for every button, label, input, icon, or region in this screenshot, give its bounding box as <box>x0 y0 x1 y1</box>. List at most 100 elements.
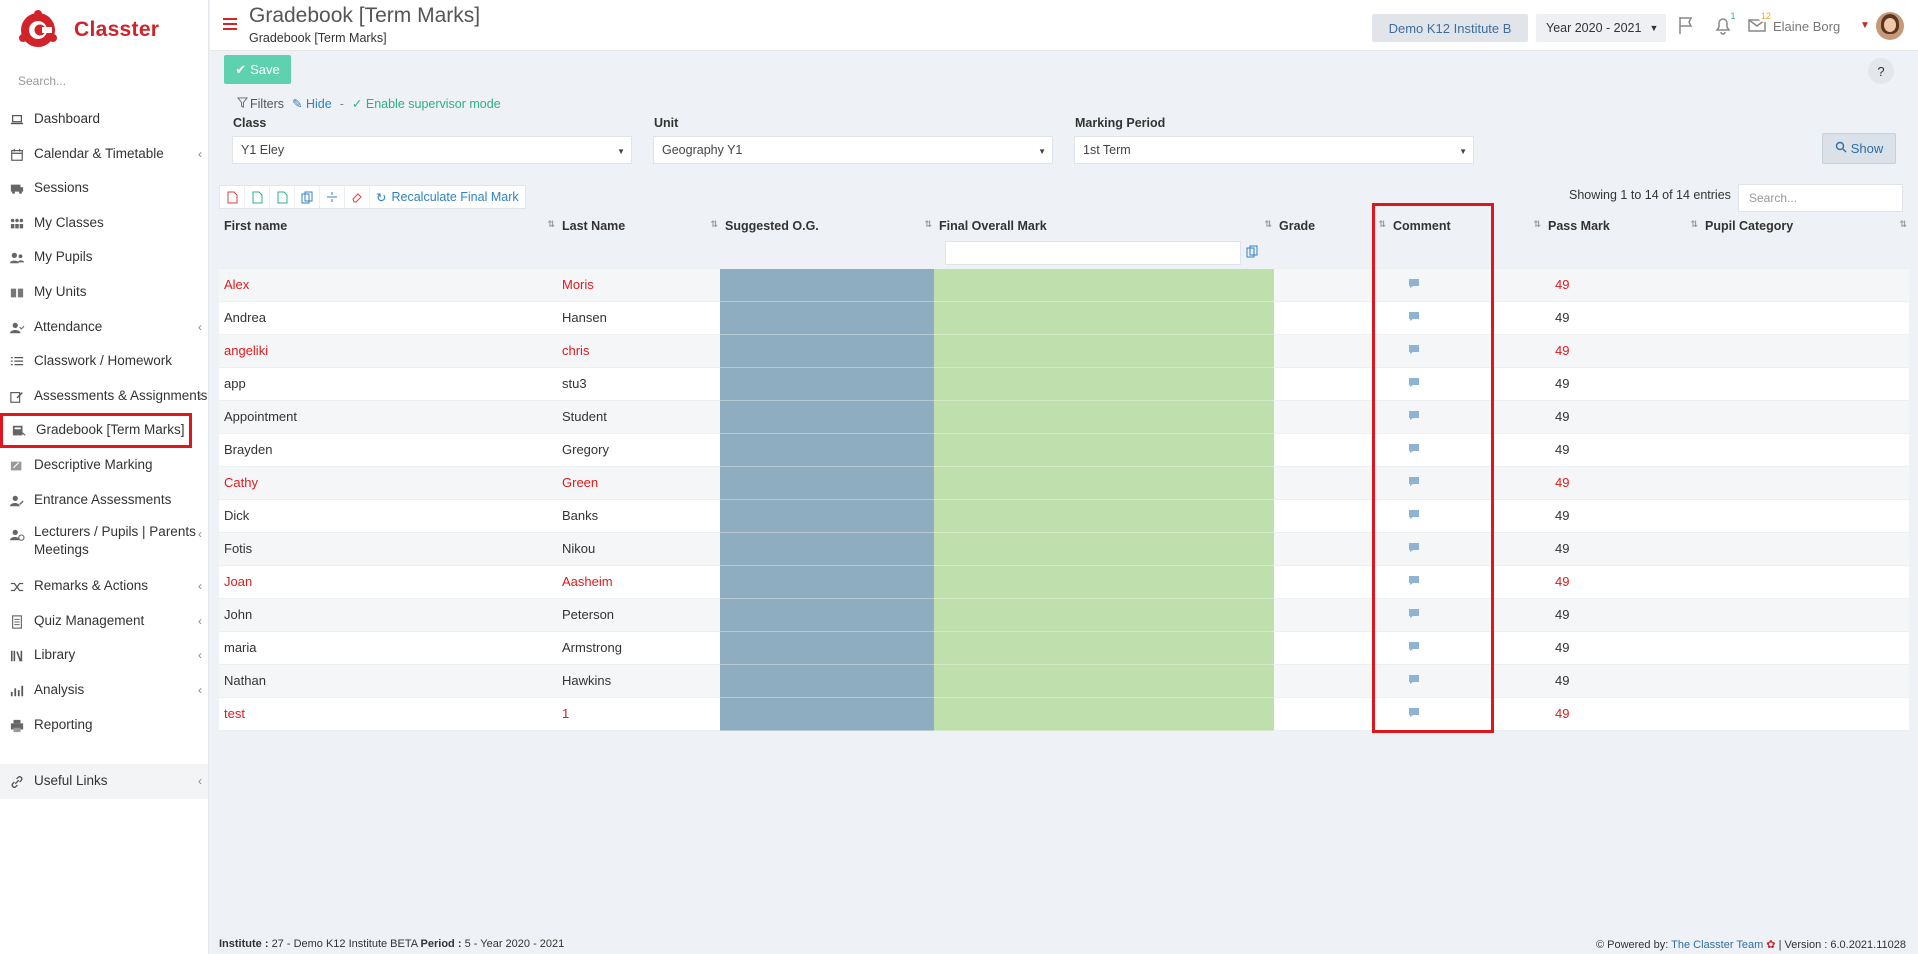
final-overall-mark-cell[interactable] <box>934 400 1274 434</box>
suggested-og-cell[interactable] <box>720 565 934 599</box>
pass-mark-cell: 49 <box>1543 631 1700 665</box>
hide-filters-link[interactable]: ✎ Hide <box>292 96 332 111</box>
column-header-comment[interactable]: Comment ⇅ <box>1388 214 1543 238</box>
user-name[interactable]: Elaine Borg <box>1773 19 1840 34</box>
sidebar-item-remarks-actions[interactable]: Remarks & Actions ‹ <box>0 569 208 604</box>
save-button[interactable]: ✔ Save <box>224 55 291 84</box>
final-overall-mark-cell[interactable] <box>934 697 1274 731</box>
column-header-pupil-category[interactable]: Pupil Category ⇅ <box>1700 214 1909 238</box>
suggested-og-cell[interactable] <box>720 433 934 467</box>
comment-icon[interactable] <box>1408 641 1420 652</box>
classter-team-link[interactable]: The Classter Team <box>1671 939 1763 951</box>
avatar[interactable] <box>1876 12 1904 40</box>
sidebar-item-my-units[interactable]: My Units <box>0 275 208 310</box>
compress-icon[interactable] <box>320 186 345 208</box>
export-csv-icon[interactable] <box>245 186 270 208</box>
suggested-og-cell[interactable] <box>720 664 934 698</box>
final-overall-mark-cell[interactable] <box>934 598 1274 632</box>
export-pdf-icon[interactable] <box>220 186 245 208</box>
sidebar-search-input[interactable] <box>18 74 188 88</box>
column-header-last-name[interactable]: Last Name ⇅ <box>557 214 720 238</box>
sidebar-item-attendance[interactable]: Attendance ‹ <box>0 310 208 345</box>
comment-icon[interactable] <box>1408 443 1420 454</box>
sidebar-item-assessments-assignments[interactable]: Assessments & Assignments ‹ <box>0 379 208 414</box>
marking-period-select[interactable]: 1st Term ▼ <box>1074 136 1474 164</box>
final-overall-mark-cell[interactable] <box>934 367 1274 401</box>
comment-icon[interactable] <box>1408 509 1420 520</box>
sidebar-item-my-pupils[interactable]: My Pupils <box>0 240 208 275</box>
suggested-og-cell[interactable] <box>720 532 934 566</box>
copy-icon[interactable] <box>1246 245 1258 261</box>
sidebar-item-gradebook-term-marks[interactable]: Gradebook [Term Marks] <box>0 413 192 448</box>
column-header-grade[interactable]: Grade ⇅ <box>1274 214 1388 238</box>
sidebar-item-library[interactable]: Library ‹ <box>0 638 208 673</box>
comment-icon[interactable] <box>1408 311 1420 322</box>
export-excel-icon[interactable] <box>270 186 295 208</box>
comment-icon[interactable] <box>1408 575 1420 586</box>
comment-icon[interactable] <box>1408 707 1420 718</box>
class-select[interactable]: Y1 Eley ▼ <box>232 136 632 164</box>
suggested-og-cell[interactable] <box>720 631 934 665</box>
final-overall-mark-cell[interactable] <box>934 433 1274 467</box>
caret-down-icon[interactable]: ▼ <box>1860 20 1870 31</box>
final-overall-mark-cell[interactable] <box>934 532 1274 566</box>
comment-icon[interactable] <box>1408 344 1420 355</box>
final-overall-mark-cell[interactable] <box>934 466 1274 500</box>
comment-icon[interactable] <box>1408 410 1420 421</box>
suggested-og-cell[interactable] <box>720 301 934 335</box>
comment-icon[interactable] <box>1408 608 1420 619</box>
bell-icon[interactable]: 1 <box>1712 10 1740 36</box>
sidebar-item-calendar-timetable[interactable]: Calendar & Timetable ‹ <box>0 137 208 172</box>
table-search-input[interactable]: Search... <box>1738 184 1903 212</box>
final-mark-filter-input[interactable] <box>945 240 1241 265</box>
unit-select[interactable]: Geography Y1 ▼ <box>653 136 1053 164</box>
institute-button[interactable]: Demo K12 Institute B <box>1372 14 1528 42</box>
final-overall-mark-cell[interactable] <box>934 565 1274 599</box>
sidebar-item-sessions[interactable]: Sessions <box>0 171 208 206</box>
suggested-og-cell[interactable] <box>720 334 934 368</box>
final-overall-mark-cell[interactable] <box>934 334 1274 368</box>
copy-icon[interactable] <box>295 186 320 208</box>
hamburger-menu-icon[interactable] <box>223 18 237 30</box>
flag-icon[interactable] <box>1676 14 1698 36</box>
year-select[interactable]: Year 2020 - 2021 ▼ <box>1536 14 1666 42</box>
help-button[interactable]: ? <box>1868 58 1894 84</box>
sidebar-item-reporting[interactable]: Reporting <box>0 708 208 743</box>
sidebar-item-entrance-assessments[interactable]: Entrance Assessments <box>0 483 208 518</box>
suggested-og-cell[interactable] <box>720 367 934 401</box>
final-overall-mark-cell[interactable] <box>934 664 1274 698</box>
final-overall-mark-cell[interactable] <box>934 631 1274 665</box>
sidebar-item-classwork-homework[interactable]: Classwork / Homework <box>0 344 208 379</box>
column-header-final-overall-mark[interactable]: Final Overall Mark ⇅ <box>934 214 1274 238</box>
sidebar-item-my-classes[interactable]: My Classes <box>0 206 208 241</box>
suggested-og-cell[interactable] <box>720 400 934 434</box>
final-overall-mark-cell[interactable] <box>934 499 1274 533</box>
sidebar-item-useful-links[interactable]: Useful Links ‹ <box>0 764 208 799</box>
recalculate-final-mark-button[interactable]: ↻ Recalculate Final Mark <box>370 186 525 208</box>
column-header-suggested-o-g[interactable]: Suggested O.G. ⇅ <box>720 214 934 238</box>
suggested-og-cell[interactable] <box>720 499 934 533</box>
comment-icon[interactable] <box>1408 278 1420 289</box>
suggested-og-cell[interactable] <box>720 466 934 500</box>
final-overall-mark-cell[interactable] <box>934 301 1274 335</box>
suggested-og-cell[interactable] <box>720 268 934 302</box>
column-header-first-name[interactable]: First name ⇅ <box>219 214 557 238</box>
mail-icon[interactable]: 12 <box>1746 10 1774 36</box>
comment-icon[interactable] <box>1408 476 1420 487</box>
final-overall-mark-cell[interactable] <box>934 268 1274 302</box>
eraser-icon[interactable] <box>345 186 370 208</box>
suggested-og-cell[interactable] <box>720 598 934 632</box>
column-header-pass-mark[interactable]: Pass Mark ⇅ <box>1543 214 1700 238</box>
suggested-og-cell[interactable] <box>720 697 934 731</box>
show-button[interactable]: Show <box>1822 133 1896 164</box>
sidebar-item-quiz-management[interactable]: Quiz Management ‹ <box>0 604 208 639</box>
comment-icon[interactable] <box>1408 542 1420 553</box>
sidebar-item-descriptive-marking[interactable]: Descriptive Marking <box>0 448 208 483</box>
sidebar-item-dashboard[interactable]: Dashboard <box>0 102 208 137</box>
sidebar-item-analysis[interactable]: Analysis ‹ <box>0 673 208 708</box>
supervisor-mode-link[interactable]: ✓ Enable supervisor mode <box>352 96 501 111</box>
sidebar-item-lecturers-pupils-parents-meetings[interactable]: Lecturers / Pupils | Parents Meetings ‹ <box>0 517 208 569</box>
comment-icon[interactable] <box>1408 674 1420 685</box>
comment-icon[interactable] <box>1408 377 1420 388</box>
logo[interactable]: Classter <box>0 0 208 60</box>
